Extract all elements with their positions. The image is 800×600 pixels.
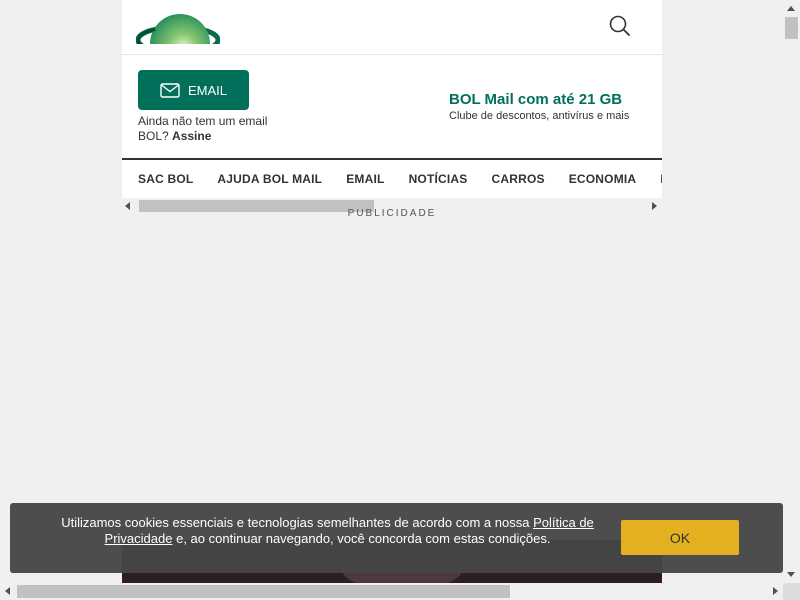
page-container: EMAIL Ainda não tem um email BOL? Assine…: [122, 0, 662, 583]
email-button-label: EMAIL: [187, 82, 227, 98]
horizontal-scrollbar[interactable]: [0, 583, 783, 600]
cookie-text-before: Utilizamos cookies essenciais e tecnolog…: [61, 515, 530, 530]
mail-bar: EMAIL Ainda não tem um email BOL? Assine…: [122, 55, 662, 158]
cookie-message: Utilizamos cookies essenciais e tecnolog…: [50, 515, 605, 547]
nav-item-ajuda-bol-mail[interactable]: AJUDA BOL MAIL: [217, 172, 322, 186]
cookie-banner: Utilizamos cookies essenciais e tecnolog…: [10, 503, 783, 573]
horizontal-scroll-thumb[interactable]: [17, 585, 510, 598]
mail-icon: [160, 82, 180, 98]
promo[interactable]: BOL Mail com até 21 GB Clube de desconto…: [449, 90, 659, 123]
email-button[interactable]: EMAIL: [138, 70, 249, 110]
promo-subtitle: Clube de descontos, antivírus e mais: [449, 110, 630, 122]
scrollbar-corner: [783, 583, 800, 600]
nav-item-notícias[interactable]: NOTÍCIAS: [409, 172, 468, 186]
signup-prompt: Ainda não tem um email BOL? Assine: [138, 114, 268, 144]
search-icon[interactable]: [608, 14, 634, 40]
nav-bar: SAC BOL AJUDA BOL MAIL EMAIL NOTÍCIAS CARROS…: [122, 158, 662, 198]
nav-item-sac-bol[interactable]: SAC BOL: [138, 172, 193, 186]
nav-item-esporte[interactable]: ESPORTE: [660, 172, 662, 186]
cookie-text-after: e, ao continuar navegando, você concorda…: [176, 531, 551, 546]
ad-label: PUBLICIDADE: [347, 208, 437, 219]
scroll-left-arrow-icon[interactable]: [5, 587, 10, 595]
scroll-down-arrow-icon[interactable]: [787, 572, 795, 577]
scroll-right-arrow-icon[interactable]: [773, 587, 778, 595]
nav-item-economia[interactable]: ECONOMIA: [569, 172, 637, 186]
promo-title: BOL Mail com até 21 GB: [449, 91, 623, 108]
vertical-scroll-thumb[interactable]: [785, 17, 798, 39]
bol-logo[interactable]: [136, 10, 220, 44]
signup-link[interactable]: Assine: [172, 129, 211, 143]
nav-item-carros[interactable]: CARROS: [492, 172, 545, 186]
ok-button[interactable]: OK: [621, 520, 739, 555]
nav-item-email[interactable]: EMAIL: [346, 172, 384, 186]
vertical-scrollbar[interactable]: [783, 0, 800, 583]
header: [122, 0, 662, 55]
scroll-up-arrow-icon[interactable]: [787, 6, 795, 11]
nav-list: SAC BOL AJUDA BOL MAIL EMAIL NOTÍCIAS CARROS…: [138, 160, 662, 198]
